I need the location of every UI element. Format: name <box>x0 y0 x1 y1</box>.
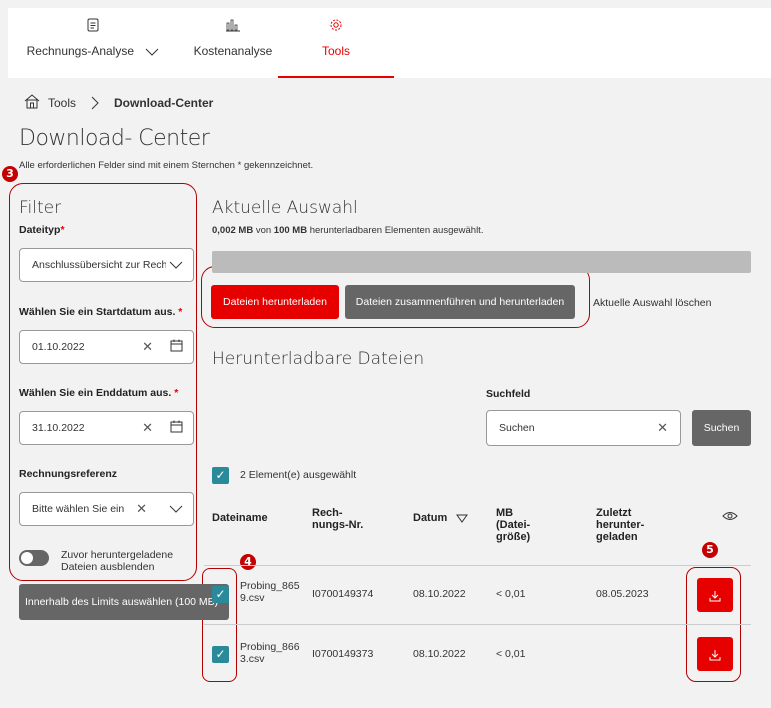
col-header-name[interactable]: Dateiname <box>212 512 268 524</box>
chevron-right-icon <box>91 96 99 110</box>
chevron-down-icon <box>146 48 159 56</box>
selection-size-text: 0,002 MB von 100 MB herunterladbaren Ele… <box>212 225 484 236</box>
rechnungsreferenz-select[interactable]: Bitte wählen Sie ein ✕ <box>19 492 194 526</box>
search-input[interactable]: Suchen ✕ <box>486 410 681 446</box>
file-date: 08.10.2022 <box>413 648 466 660</box>
home-icon[interactable] <box>24 94 40 112</box>
eye-icon[interactable] <box>722 508 738 526</box>
col-header-date[interactable]: Datum <box>413 512 469 524</box>
col-header-last-downloaded[interactable]: Zuletzt herunter-geladen <box>596 507 644 543</box>
chart-icon <box>178 8 288 38</box>
file-name[interactable]: Probing_866 3.csv <box>240 641 300 665</box>
row-divider <box>204 624 751 625</box>
hide-downloaded-toggle[interactable] <box>19 550 49 566</box>
search-placeholder: Suchen <box>499 422 535 434</box>
filter-title: Filter <box>19 198 62 218</box>
row-divider <box>204 565 751 566</box>
file-size: < 0,01 <box>496 588 526 600</box>
hide-downloaded-label: Zuvor heruntergeladene Dateien ausblende… <box>61 549 174 573</box>
tab-tools[interactable]: Tools <box>278 8 394 78</box>
files-title: Herunterladbare Dateien <box>212 349 425 369</box>
invoice-number: I0700149373 <box>312 648 374 660</box>
last-downloaded: 08.05.2023 <box>596 588 649 600</box>
clear-selection-link[interactable]: Aktuelle Auswahl löschen <box>593 297 712 309</box>
enddate-input[interactable]: 31.10.2022 ✕ <box>19 411 194 445</box>
sort-down-icon[interactable] <box>456 514 469 523</box>
dateityp-label: Dateityp* <box>19 224 65 236</box>
breadcrumb-current: Download-Center <box>114 96 214 110</box>
col-header-nr[interactable]: Rech-nungs-Nr. <box>312 507 363 531</box>
search-label: Suchfeld <box>486 388 531 400</box>
merge-download-button[interactable]: Dateien zusammenführen und herunterladen <box>345 285 575 319</box>
annotation-badge-5-bottom: 5 <box>702 542 718 558</box>
search-button[interactable]: Suchen <box>692 410 751 446</box>
tab-kostenanalyse[interactable]: Kostenanalyse <box>178 8 288 78</box>
col-header-mb[interactable]: MB (Datei-größe) <box>496 507 530 543</box>
row-checkbox[interactable]: ✓ <box>212 646 229 663</box>
chevron-down-icon <box>169 505 183 513</box>
enddate-label: Wählen Sie ein Enddatum aus. * <box>19 387 179 399</box>
top-navigation: Rechnungs-Analyse Kostenanalyse Tools <box>8 8 771 78</box>
file-date: 08.10.2022 <box>413 588 466 600</box>
selection-progress-bar <box>212 251 751 273</box>
file-size: < 0,01 <box>496 648 526 660</box>
startdate-label: Wählen Sie ein Startdatum aus. * <box>19 306 183 318</box>
clear-icon[interactable]: ✕ <box>657 420 668 436</box>
chevron-down-icon <box>169 261 183 269</box>
select-within-limit-button[interactable]: Innerhalb des Limits auswählen (100 MB) <box>19 584 229 620</box>
calendar-icon[interactable] <box>170 339 183 355</box>
selected-count: 2 Element(e) ausgewählt <box>240 469 357 481</box>
download-icon[interactable] <box>697 578 733 612</box>
document-icon <box>18 8 168 38</box>
tab-label: Kostenanalyse <box>193 44 273 58</box>
selection-title: Aktuelle Auswahl <box>212 198 358 218</box>
select-all-checkbox[interactable]: ✓ <box>212 467 229 484</box>
dateityp-select[interactable]: Anschlussübersicht zur Rech <box>19 248 194 282</box>
file-name[interactable]: Probing_865 9.csv <box>240 580 300 604</box>
download-icon[interactable] <box>697 637 733 671</box>
clear-icon[interactable]: ✕ <box>136 501 147 517</box>
enddate-value: 31.10.2022 <box>32 422 85 434</box>
breadcrumb: Tools Download-Center <box>24 94 213 112</box>
download-files-button[interactable]: Dateien herunterladen <box>211 285 339 319</box>
rechnungsreferenz-label: Rechnungsreferenz <box>19 468 118 480</box>
startdate-value: 01.10.2022 <box>32 341 85 353</box>
page-title: Download- Center <box>19 126 210 151</box>
breadcrumb-tools[interactable]: Tools <box>48 96 76 110</box>
tab-label: Tools <box>321 44 350 58</box>
startdate-input[interactable]: 01.10.2022 ✕ <box>19 330 194 364</box>
required-hint: Alle erforderlichen Felder sind mit eine… <box>19 160 314 171</box>
clear-icon[interactable]: ✕ <box>142 420 153 436</box>
annotation-badge-3: 3 <box>2 166 18 182</box>
tab-rechnungs-analyse[interactable]: Rechnungs-Analyse <box>18 8 168 78</box>
rechnungsreferenz-placeholder: Bitte wählen Sie ein <box>32 503 125 515</box>
calendar-icon[interactable] <box>170 420 183 436</box>
clear-icon[interactable]: ✕ <box>142 339 153 355</box>
annotation-badge-4: 4 <box>240 554 256 570</box>
row-checkbox[interactable]: ✓ <box>212 586 229 603</box>
invoice-number: I0700149374 <box>312 588 374 600</box>
dateityp-value: Anschlussübersicht zur Rech <box>32 259 166 271</box>
gear-icon <box>278 8 394 38</box>
tab-label: Rechnungs-Analyse <box>26 44 135 58</box>
